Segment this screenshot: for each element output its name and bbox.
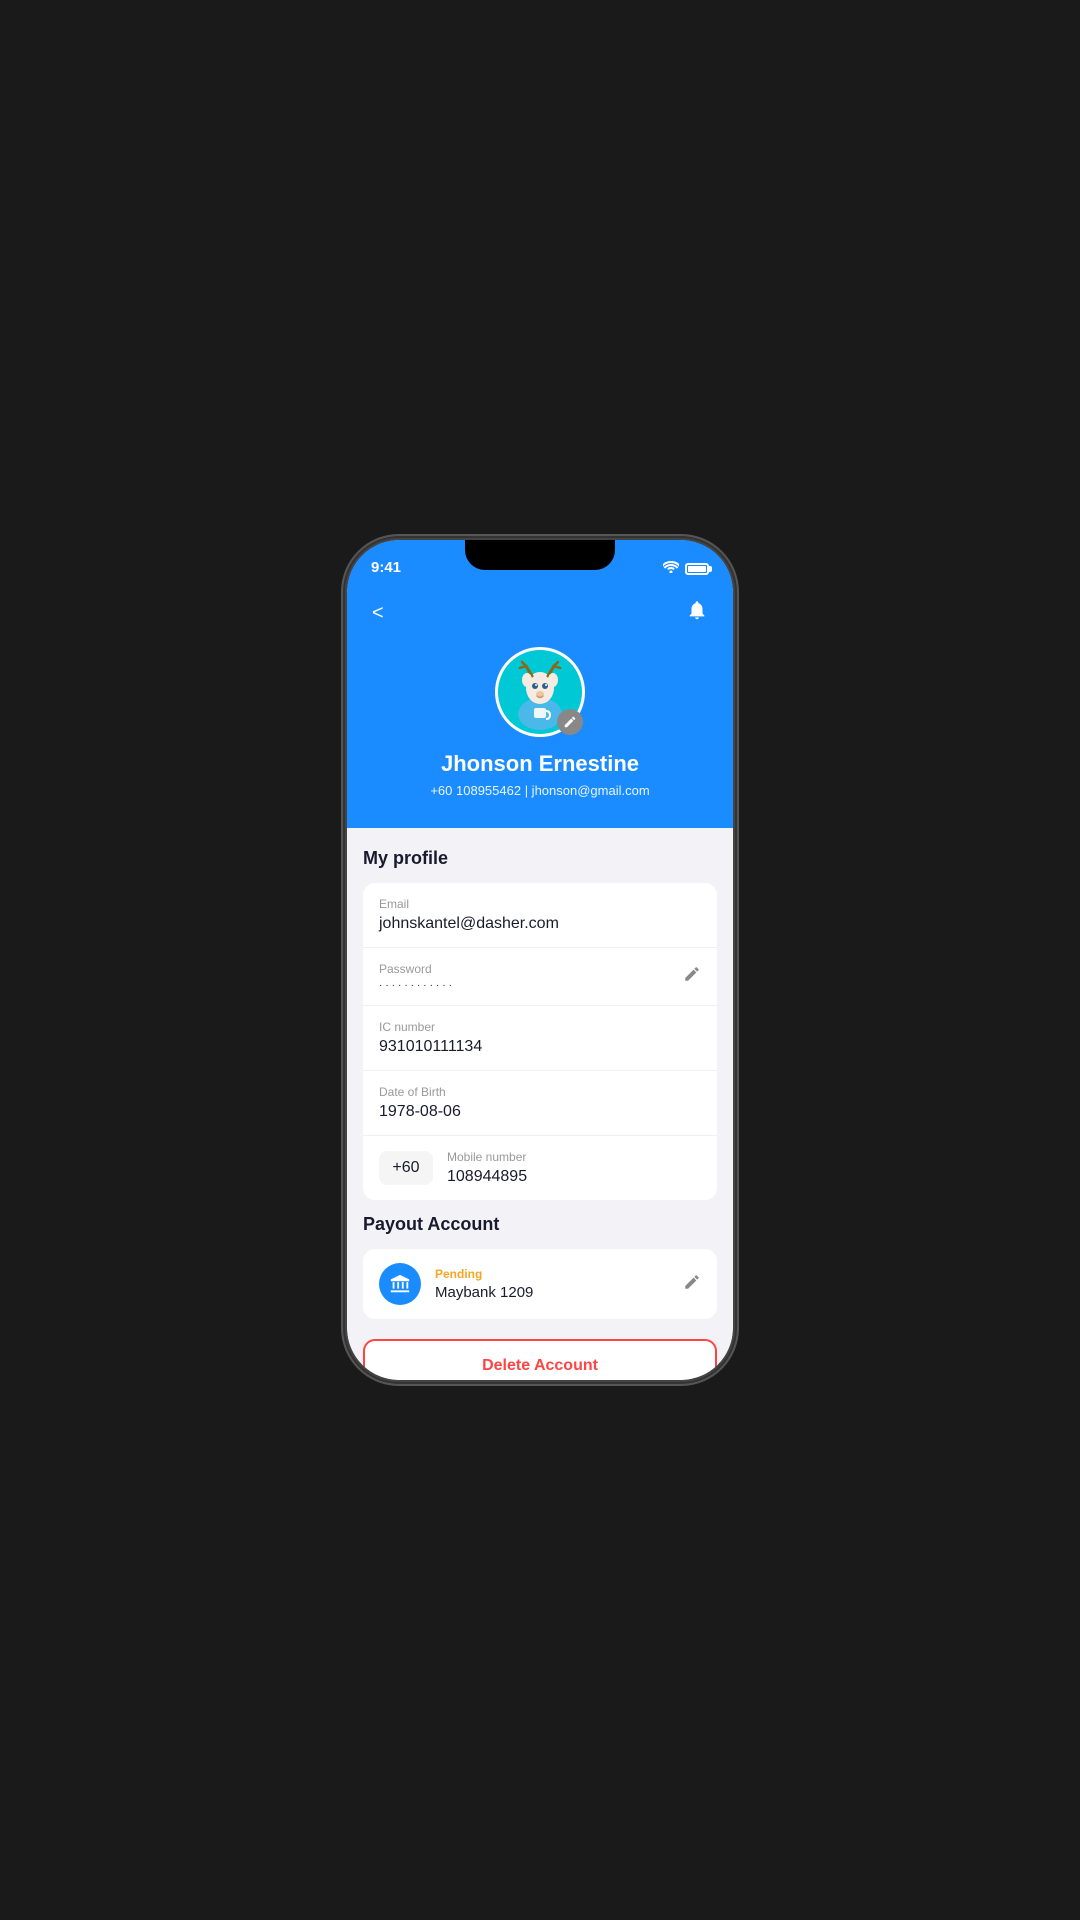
password-edit-button[interactable] <box>683 965 701 988</box>
payout-bank: Maybank 1209 <box>435 1284 669 1301</box>
delete-account-button[interactable]: Delete Account <box>363 1339 717 1380</box>
ic-value: 931010111134 <box>379 1038 701 1056</box>
profile-fields-card: Email johnskantel@dasher.com Password ··… <box>363 883 717 1200</box>
ic-field-row: IC number 931010111134 <box>363 1006 717 1071</box>
wifi-icon <box>663 561 679 576</box>
password-field-row: Password ············ <box>363 948 717 1006</box>
password-value: ············ <box>379 980 683 991</box>
payout-section-title: Payout Account <box>363 1214 717 1235</box>
payout-edit-button[interactable] <box>683 1273 701 1296</box>
avatar-container <box>495 647 585 737</box>
email-field-row: Email johnskantel@dasher.com <box>363 883 717 948</box>
mobile-field-row: +60 Mobile number 108944895 <box>363 1136 717 1200</box>
edit-avatar-button[interactable] <box>557 709 583 735</box>
back-button[interactable]: < <box>367 598 389 628</box>
dob-value: 1978-08-06 <box>379 1103 701 1121</box>
payout-status: Pending <box>435 1267 669 1281</box>
profile-header: < <box>347 584 733 828</box>
notch <box>465 540 615 570</box>
phone-screen: 9:41 < <box>347 540 733 1380</box>
profile-content: My profile Email johnskantel@dasher.com … <box>347 828 733 1380</box>
notification-bell-button[interactable] <box>681 594 713 632</box>
my-profile-title: My profile <box>363 848 717 869</box>
dob-field-row: Date of Birth 1978-08-06 <box>363 1071 717 1136</box>
email-label: Email <box>379 897 701 911</box>
mobile-value: 108944895 <box>447 1168 701 1186</box>
user-name: Jhonson Ernestine <box>441 751 639 777</box>
status-icons <box>663 561 709 576</box>
mobile-label: Mobile number <box>447 1150 701 1164</box>
ic-label: IC number <box>379 1020 701 1034</box>
battery-icon <box>685 563 709 575</box>
header-nav: < <box>367 594 713 632</box>
status-time: 9:41 <box>371 559 401 576</box>
bank-icon <box>379 1263 421 1305</box>
user-contact: +60 108955462 | jhonson@gmail.com <box>430 783 649 798</box>
payout-card: Pending Maybank 1209 <box>363 1249 717 1319</box>
country-code: +60 <box>379 1151 433 1185</box>
password-label: Password <box>379 962 683 976</box>
dob-label: Date of Birth <box>379 1085 701 1099</box>
email-value: johnskantel@dasher.com <box>379 915 701 933</box>
phone-frame: 9:41 < <box>345 538 735 1382</box>
